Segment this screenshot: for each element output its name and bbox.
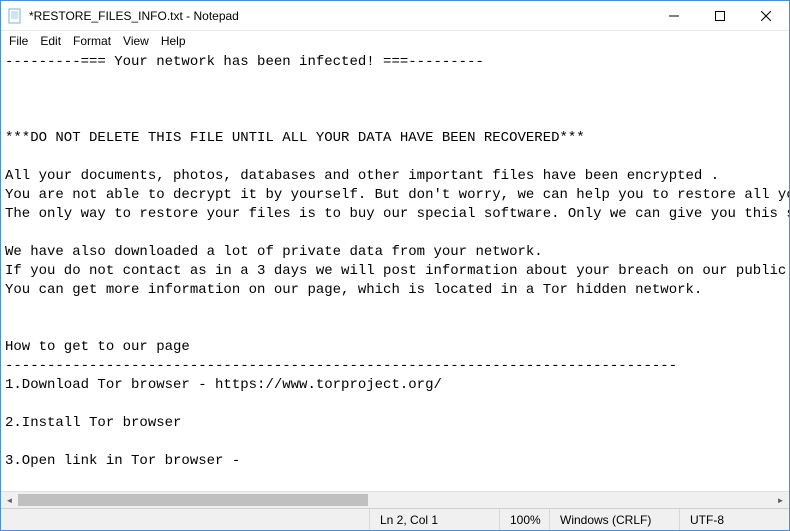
minimize-button[interactable] — [651, 1, 697, 30]
status-position: Ln 2, Col 1 — [369, 509, 499, 530]
status-zoom: 100% — [499, 509, 549, 530]
menu-format[interactable]: Format — [67, 32, 117, 50]
menubar: File Edit Format View Help — [1, 31, 789, 51]
window-title: *RESTORE_FILES_INFO.txt - Notepad — [29, 9, 651, 23]
titlebar[interactable]: *RESTORE_FILES_INFO.txt - Notepad — [1, 1, 789, 31]
status-encoding: UTF-8 — [679, 509, 789, 530]
status-line-ending: Windows (CRLF) — [549, 509, 679, 530]
menu-edit[interactable]: Edit — [34, 32, 67, 50]
window-controls — [651, 1, 789, 30]
menu-view[interactable]: View — [117, 32, 155, 50]
statusbar: Ln 2, Col 1 100% Windows (CRLF) UTF-8 — [1, 508, 789, 530]
menu-help[interactable]: Help — [155, 32, 192, 50]
horizontal-scrollbar[interactable]: ◄ ► — [1, 491, 789, 508]
close-button[interactable] — [743, 1, 789, 30]
content-area: ---------=== Your network has been infec… — [1, 51, 789, 491]
notepad-icon — [7, 8, 23, 24]
text-editor[interactable]: ---------=== Your network has been infec… — [1, 51, 789, 491]
scroll-right-arrow[interactable]: ► — [772, 492, 789, 509]
scrollbar-thumb[interactable] — [18, 494, 368, 506]
maximize-button[interactable] — [697, 1, 743, 30]
scroll-left-arrow[interactable]: ◄ — [1, 492, 18, 509]
scrollbar-track[interactable] — [18, 492, 772, 508]
menu-file[interactable]: File — [3, 32, 34, 50]
notepad-window: *RESTORE_FILES_INFO.txt - Notepad File E… — [0, 0, 790, 531]
